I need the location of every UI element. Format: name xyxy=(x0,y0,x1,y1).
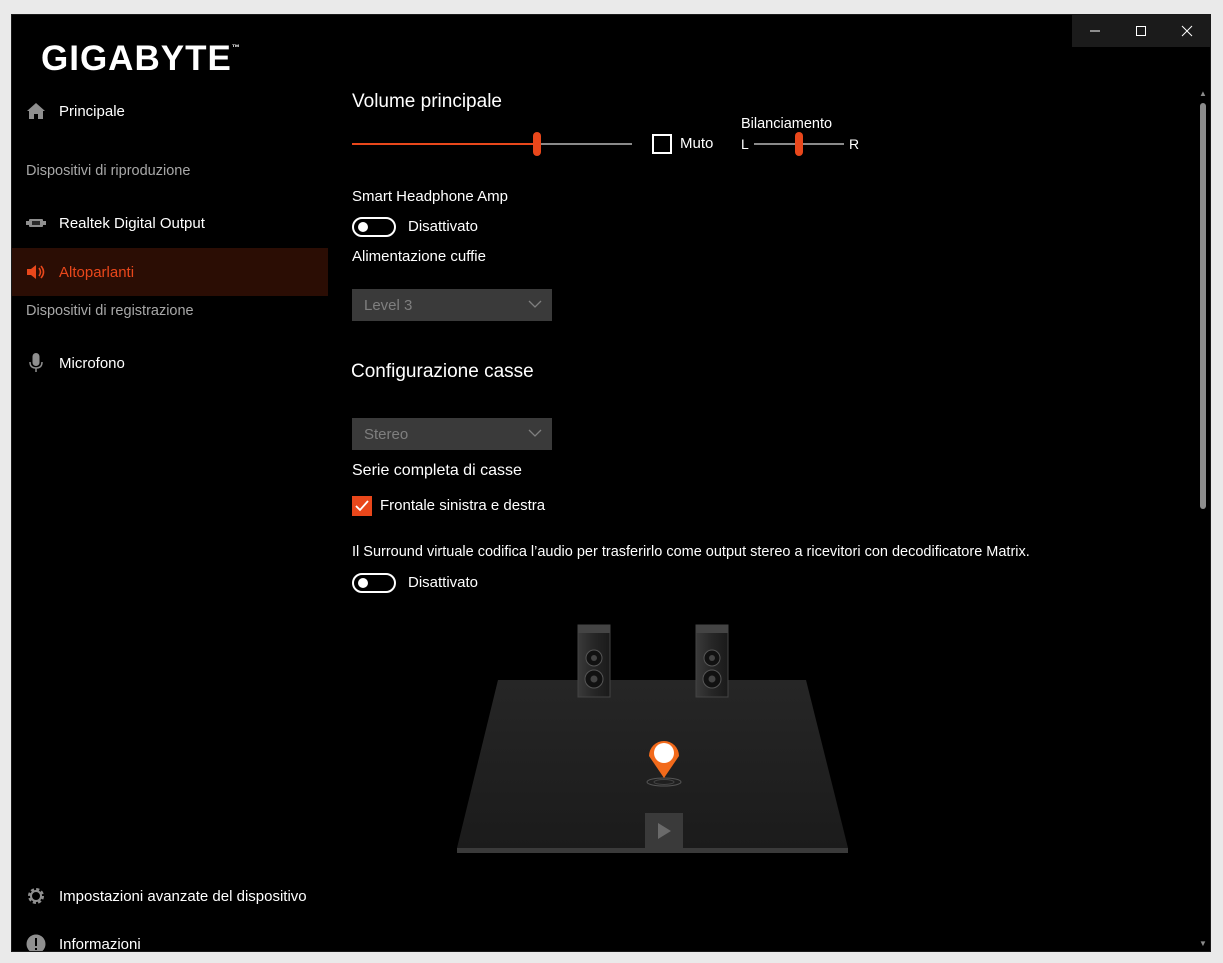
sidebar-item-label: Altoparlanti xyxy=(59,263,135,281)
sidebar-item-label: Realtek Digital Output xyxy=(59,214,205,232)
toggle-knob xyxy=(358,578,368,588)
sidebar-item-label: Microfono xyxy=(59,354,125,372)
sidebar-item-label: Principale xyxy=(59,102,125,120)
balance-right-label: R xyxy=(849,136,860,152)
sidebar-item-label: Impostazioni avanzate del dispositivo xyxy=(59,887,307,905)
gear-icon xyxy=(26,886,46,906)
speaker-stage-illustration xyxy=(457,624,848,853)
close-button[interactable] xyxy=(1164,15,1210,47)
home-icon xyxy=(26,101,46,121)
balance-title: Bilanciamento xyxy=(741,116,833,132)
volume-slider-thumb[interactable] xyxy=(532,132,541,156)
sidebar-item-home[interactable]: Principale xyxy=(12,87,328,135)
sidebar-item-speakers[interactable]: Altoparlanti xyxy=(12,248,328,296)
sidebar-item-advanced-settings[interactable]: Impostazioni avanzate del dispositivo xyxy=(12,872,328,920)
virtual-surround-state: Disattivato xyxy=(408,574,479,591)
toggle-knob xyxy=(358,222,368,232)
sidebar: Principale Dispositivi di riproduzione R… xyxy=(12,87,328,952)
info-icon xyxy=(26,934,46,951)
headphone-amp-label: Smart Headphone Amp xyxy=(352,188,508,205)
front-lr-checkbox[interactable] xyxy=(352,496,372,516)
scroll-up-icon[interactable]: ▲ xyxy=(1198,89,1208,99)
headphone-power-label: Alimentazione cuffie xyxy=(352,248,486,265)
sidebar-item-label: Informazioni xyxy=(59,935,141,952)
minimize-icon xyxy=(1090,30,1100,32)
headphone-amp-state: Disattivato xyxy=(408,218,479,235)
speaker-front-right[interactable] xyxy=(695,624,729,698)
volume-slider[interactable] xyxy=(352,132,632,156)
volume-title: Volume principale xyxy=(352,91,502,112)
speaker-icon xyxy=(26,262,46,282)
minimize-button[interactable] xyxy=(1072,15,1118,47)
sidebar-item-microphone[interactable]: Microfono xyxy=(12,339,328,387)
headphone-power-dropdown[interactable]: Level 3 xyxy=(352,289,552,321)
mute-checkbox[interactable] xyxy=(652,134,672,154)
playback-devices-heading: Dispositivi di riproduzione xyxy=(26,163,191,179)
sidebar-item-info[interactable]: Informazioni xyxy=(12,920,328,952)
sidebar-item-realtek-digital-output[interactable]: Realtek Digital Output xyxy=(12,199,328,247)
play-test-button[interactable] xyxy=(645,813,683,849)
virtual-surround-toggle[interactable] xyxy=(352,573,396,593)
full-range-title: Serie completa di casse xyxy=(352,462,522,479)
app-window: GIGABYTE™ Principale Dispositivi di ripr… xyxy=(11,14,1211,952)
speaker-front-left[interactable] xyxy=(577,624,611,698)
maximize-button[interactable] xyxy=(1118,15,1164,47)
speaker-config-dropdown[interactable]: Stereo xyxy=(352,418,552,450)
chevron-down-icon xyxy=(528,300,542,308)
gigabyte-logo: GIGABYTE™ xyxy=(41,39,241,78)
maximize-icon xyxy=(1136,26,1146,36)
checkmark-icon xyxy=(355,500,369,512)
scrollbar-thumb[interactable] xyxy=(1200,103,1206,509)
speaker-config-title: Configurazione casse xyxy=(351,361,534,382)
dropdown-value: Level 3 xyxy=(364,296,413,314)
window-controls xyxy=(1072,15,1210,47)
chevron-down-icon xyxy=(528,429,542,437)
recording-devices-heading: Dispositivi di registrazione xyxy=(26,303,194,319)
mute-label: Muto xyxy=(680,135,714,152)
front-lr-label: Frontale sinistra e destra xyxy=(380,497,546,514)
digital-output-icon xyxy=(26,213,46,233)
volume-slider-fill xyxy=(352,143,537,145)
headphone-amp-toggle[interactable] xyxy=(352,217,396,237)
surround-description: Il Surround virtuale codifica l’audio pe… xyxy=(352,544,1030,560)
balance-slider[interactable] xyxy=(754,132,844,156)
close-icon xyxy=(1181,25,1193,37)
balance-left-label: L xyxy=(741,136,749,152)
scroll-down-icon[interactable]: ▼ xyxy=(1198,939,1208,949)
balance-slider-thumb[interactable] xyxy=(795,132,803,156)
vertical-scrollbar[interactable]: ▲ ▼ xyxy=(1198,87,1208,951)
dropdown-value: Stereo xyxy=(364,425,409,443)
microphone-icon xyxy=(26,353,46,373)
